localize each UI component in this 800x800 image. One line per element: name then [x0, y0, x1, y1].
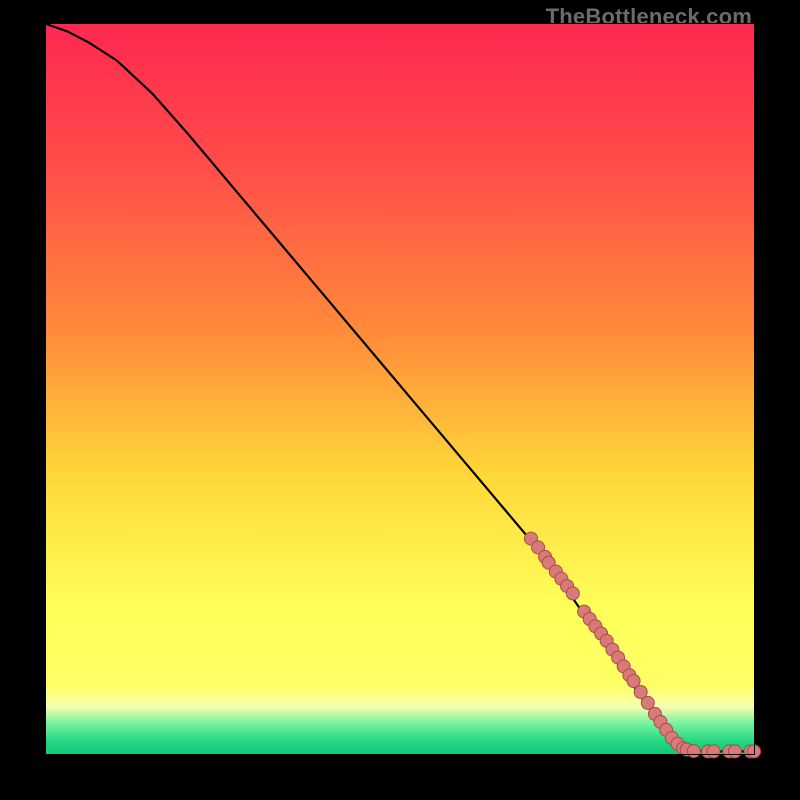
- chart-svg: [0, 0, 800, 800]
- data-point: [707, 745, 720, 758]
- chart-frame: TheBottleneck.com: [0, 0, 800, 800]
- plot-background: [46, 24, 754, 754]
- data-point: [687, 745, 700, 758]
- data-point: [728, 745, 741, 758]
- data-point: [566, 587, 579, 600]
